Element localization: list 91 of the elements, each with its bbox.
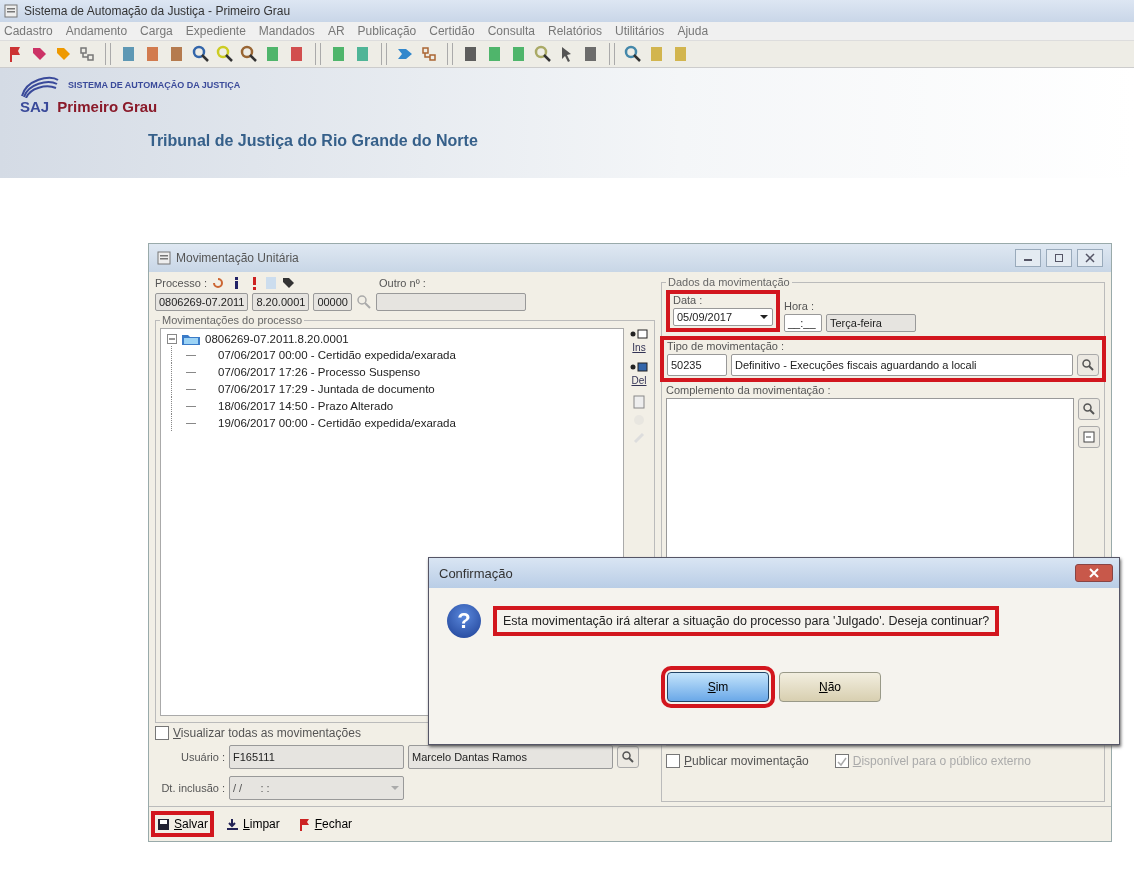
flag-icon — [297, 817, 311, 831]
search-button[interactable] — [617, 746, 639, 768]
close-button[interactable]: Fechar — [291, 811, 359, 837]
menu-item[interactable]: Ajuda — [677, 24, 709, 38]
maximize-icon — [1054, 253, 1064, 263]
other-number-field[interactable] — [375, 293, 526, 311]
close-button[interactable] — [1077, 249, 1103, 267]
maximize-button[interactable] — [1046, 249, 1072, 267]
window-title: Movimentação Unitária — [176, 251, 299, 265]
field-label: Data : — [673, 294, 704, 306]
dropdown-arrow-icon — [390, 785, 400, 791]
menu-item[interactable]: Mandados — [258, 24, 315, 38]
type-description-field[interactable]: Definitivo - Execuções fiscais aguardando a locali — [731, 354, 1073, 376]
magnifier-icon[interactable] — [534, 45, 552, 63]
menu-item[interactable]: Cadastro — [4, 24, 53, 38]
close-button[interactable] — [1075, 564, 1113, 582]
field-label: Dt. inclusão : — [160, 782, 225, 794]
tag-icon[interactable] — [280, 276, 295, 290]
tool-link[interactable]: Del — [631, 375, 647, 386]
network-icon[interactable] — [78, 45, 96, 63]
tree-item[interactable]: 0806269-07.2011.8.20.0001 — [205, 333, 349, 345]
tool-link[interactable]: Ins — [632, 342, 646, 353]
weekday-field: Terça-feira — [826, 314, 916, 332]
menu-item[interactable]: Relatórios — [548, 24, 603, 38]
user-code-field[interactable]: F165111 — [229, 745, 404, 769]
search-icon — [621, 750, 635, 764]
field-label: Tipo de movimentação : — [667, 340, 785, 352]
type-code-field[interactable]: 50235 — [667, 354, 727, 376]
search-button[interactable] — [1078, 398, 1100, 420]
checkbox-label[interactable]: Publicar movimentação — [684, 754, 809, 768]
field-label: Processo : — [155, 277, 207, 289]
menu-item[interactable]: Utilitários — [615, 24, 665, 38]
minimize-button[interactable] — [1015, 249, 1041, 267]
checkbox-label[interactable]: Visualizar todas as movimentações — [173, 726, 361, 740]
clear-button[interactable]: Limpar — [220, 811, 286, 837]
dropdown-arrow-icon — [759, 314, 769, 320]
checkbox[interactable] — [666, 754, 680, 768]
tree-item[interactable]: 18/06/2017 14:50 - Prazo Alterado — [218, 399, 394, 412]
menu-item[interactable]: Consulta — [487, 24, 535, 38]
menu-item[interactable]: AR — [327, 24, 345, 38]
field-label: Complemento da movimentação : — [666, 384, 832, 396]
question-icon: ? — [447, 604, 481, 638]
window-icon — [4, 4, 18, 18]
editor-icon — [1082, 430, 1096, 444]
subtitle: Primeiro Grau — [57, 98, 158, 115]
logo-text: SAJ — [20, 98, 50, 115]
field-label: Hora : — [784, 300, 815, 312]
delete-icon[interactable] — [630, 361, 648, 373]
magnifier-icon[interactable] — [624, 45, 642, 63]
magnifier-icon[interactable] — [192, 45, 210, 63]
field-label: Usuário : — [179, 751, 225, 763]
magnifier-icon[interactable] — [216, 45, 234, 63]
checkbox[interactable] — [155, 726, 169, 740]
magnifier-icon[interactable] — [240, 45, 258, 63]
close-icon — [1085, 253, 1095, 263]
tree-item[interactable]: 07/06/2017 17:26 - Processo Suspenso — [218, 365, 421, 378]
menu-item[interactable]: Carga — [140, 24, 173, 38]
window-icon — [157, 251, 171, 265]
menu-item[interactable]: Andamento — [65, 24, 128, 38]
folder-icon — [181, 332, 201, 346]
field-label: Outro nº : — [378, 277, 426, 289]
dialog-title: Confirmação — [439, 565, 513, 581]
group-legend: Dados da movimentação — [666, 276, 792, 288]
group-legend: Movimentações do processo — [160, 314, 304, 326]
window-title: Sistema de Automação da Justiça - Primeiro Grau — [24, 4, 291, 18]
process-number-field[interactable]: 0806269-07.2011 — [155, 293, 249, 311]
date-time-dropdown[interactable]: / / : : — [229, 776, 404, 800]
court-name: Tribunal de Justiça do Rio Grande do Norte — [148, 132, 479, 150]
user-name-field[interactable]: Marcelo Dantas Ramos — [408, 745, 613, 769]
insert-icon[interactable] — [630, 328, 648, 340]
dialog-button[interactable]: Não — [779, 672, 881, 702]
time-field[interactable]: __:__ — [784, 314, 822, 332]
search-icon — [1081, 358, 1095, 372]
menu-item[interactable]: Publicação — [357, 24, 417, 38]
editor-button[interactable] — [1078, 426, 1100, 448]
save-button[interactable]: Salvar — [151, 811, 215, 837]
menu-item[interactable]: Certidão — [429, 24, 475, 38]
tree-item[interactable]: 07/06/2017 00:00 - Certidão expedida/exarada — [218, 348, 456, 361]
tree-item[interactable]: 07/06/2017 17:29 - Juntada de documento — [218, 382, 435, 395]
search-icon — [1082, 402, 1096, 416]
system-name: SISTEMA DE AUTOMAÇÃO DA JUSTIÇA — [68, 80, 241, 90]
expander-icon[interactable] — [167, 334, 177, 344]
tree-item[interactable]: 19/06/2017 00:00 - Certidão expedida/exarada — [218, 416, 456, 429]
process-number-field[interactable]: 00000 — [313, 293, 352, 311]
download-arrow-icon — [226, 817, 240, 831]
process-number-field[interactable]: 8.20.0001 — [252, 293, 310, 311]
search-button[interactable] — [1077, 354, 1099, 376]
dialog-message: Esta movimentação irá alterar a situação do processo para 'Julgado'. Deseja continuar? — [493, 606, 1000, 636]
date-picker[interactable]: 05/09/2017 — [673, 308, 773, 326]
menu-item[interactable]: Expediente — [185, 24, 246, 38]
close-icon — [1089, 568, 1099, 578]
